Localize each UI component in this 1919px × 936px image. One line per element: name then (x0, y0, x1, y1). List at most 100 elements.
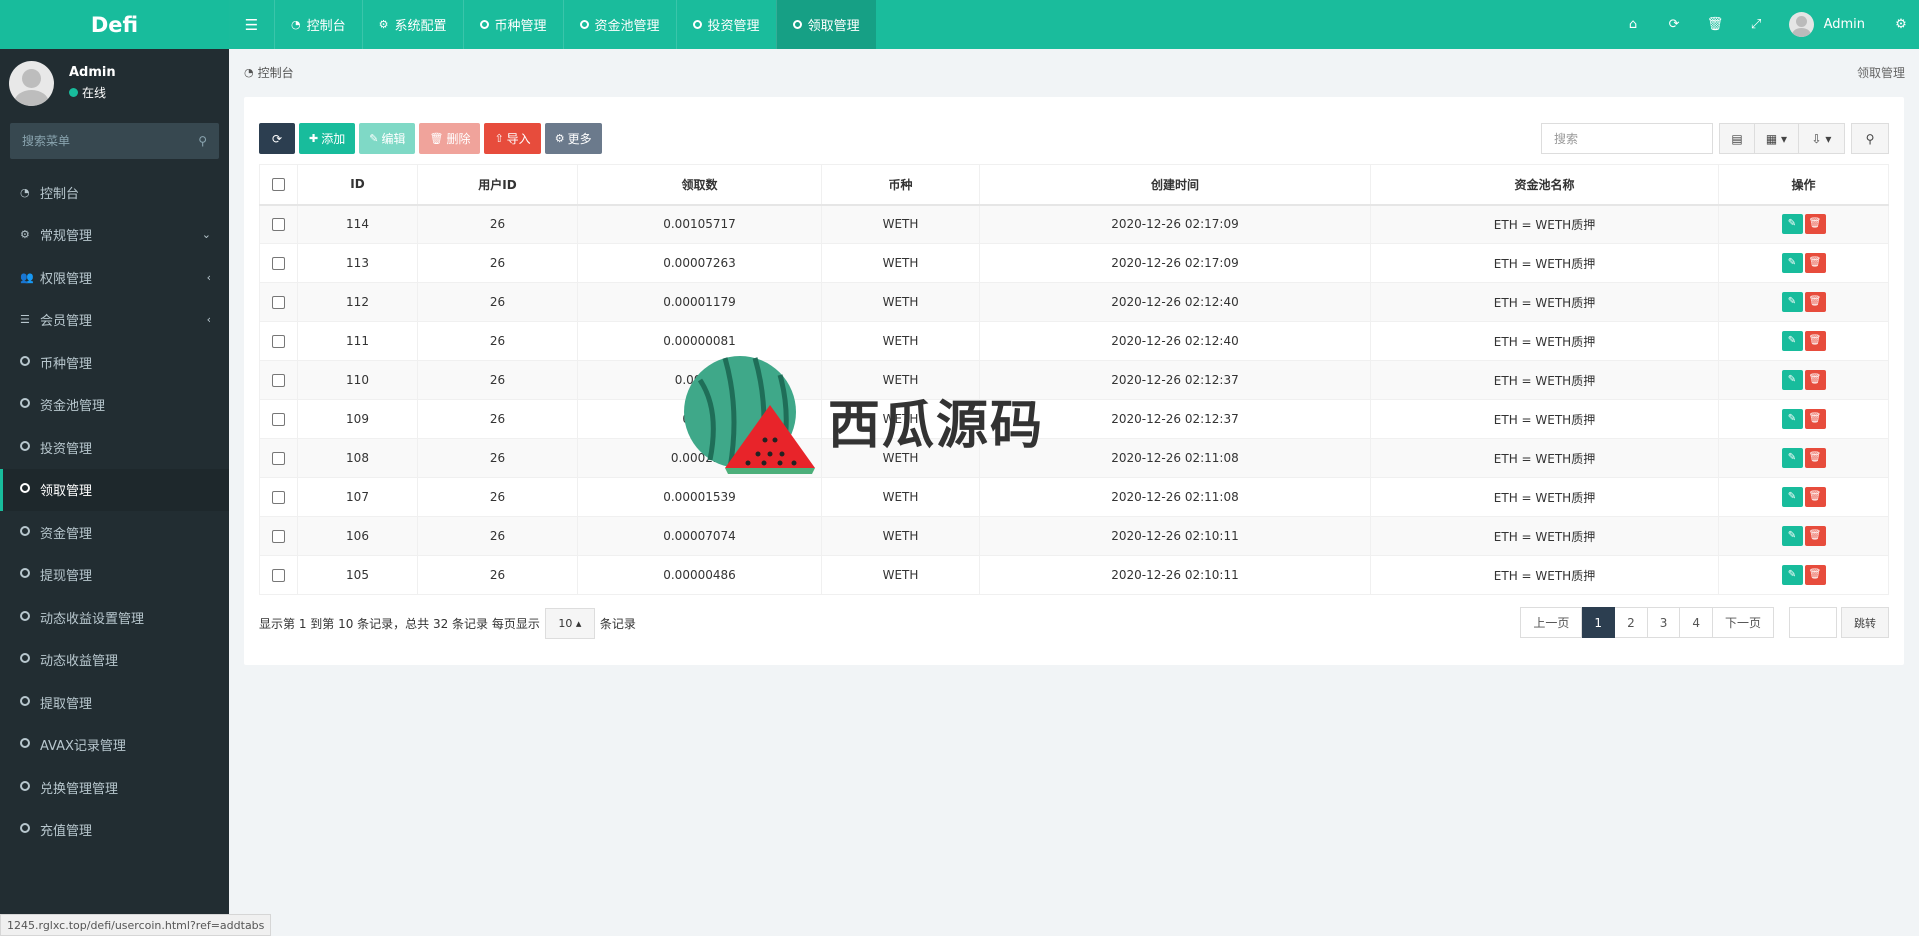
search-input[interactable] (1541, 123, 1713, 154)
page-button[interactable]: 4 (1680, 607, 1713, 638)
refresh-button[interactable]: ⟳ (259, 123, 295, 154)
table-row[interactable]: 108 26 0.000224 WETH 2020-12-26 02:11:08 ETH … (259, 438, 1889, 478)
prev-page-button[interactable]: 上一页 (1520, 607, 1583, 638)
table-row[interactable]: 114 26 0.00105717 WETH 2020-12-26 02:17:09 ET… (259, 204, 1889, 244)
tab-pool-management[interactable]: 资金池管理 (562, 0, 676, 49)
sidebar-item-extractions[interactable]: 提取管理 (0, 681, 229, 724)
table-row[interactable]: 110260.00034WETH2020-12-26 02:12:37ETH =… (259, 360, 1889, 400)
table-row[interactable]: 113 26 0.00007263 WETH 2020-12-26 02:17:09 ET… (259, 243, 1889, 283)
app-logo[interactable]: Defi (0, 0, 229, 49)
delete-row-button[interactable]: 🗑 (1804, 565, 1826, 585)
edit-row-button[interactable]: ✎ (1781, 526, 1803, 546)
delete-row-button[interactable]: 🗑 (1804, 487, 1826, 507)
refresh-icon[interactable]: ⟳ (1654, 0, 1695, 49)
table-row[interactable]: 112 26 0.00001179 WETH 2020-12-26 02:12:40 ET… (259, 282, 1889, 322)
page-button[interactable]: 1 (1582, 607, 1616, 638)
tab-dashboard[interactable]: ◔ 控制台 (274, 0, 362, 49)
sidebar-item-coins[interactable]: 币种管理 (0, 341, 229, 384)
tab-claim-management[interactable]: 领取管理 (775, 0, 876, 49)
sidebar-item-general[interactable]: ⚙ 常规管理 ⌄ (0, 214, 229, 257)
advanced-search-button[interactable]: ⚲ (1851, 123, 1889, 154)
breadcrumb-item[interactable]: 控制台 (258, 64, 294, 81)
edit-button[interactable]: ✎ 编辑 (359, 123, 416, 154)
sidebar-item-funds[interactable]: 资金管理 (0, 511, 229, 554)
delete-row-button[interactable]: 🗑 (1804, 214, 1826, 235)
trash-icon[interactable]: 🗑 (1695, 0, 1736, 49)
sidebar-item-dynamic-income[interactable]: 动态收益管理 (0, 639, 229, 682)
delete-row-button[interactable]: 🗑 (1804, 370, 1826, 390)
sidebar-item-pools[interactable]: 资金池管理 (0, 384, 229, 427)
add-button[interactable]: ✚ 添加 (299, 123, 356, 154)
edit-row-button[interactable]: ✎ (1781, 214, 1803, 235)
row-checkbox[interactable] (272, 218, 285, 232)
row-checkbox[interactable] (272, 374, 285, 387)
sidebar-item-members[interactable]: ☰ 会员管理 ‹ (0, 299, 229, 342)
delete-row-button[interactable]: 🗑 (1804, 409, 1826, 429)
edit-row-button[interactable]: ✎ (1781, 370, 1803, 390)
table-row[interactable]: 109260.000WETH2020-12-26 02:12:37ETH = W… (259, 399, 1889, 439)
select-all-checkbox[interactable] (272, 178, 285, 192)
sidebar-item-avax-records[interactable]: AVAX记录管理 (0, 724, 229, 767)
edit-row-button[interactable]: ✎ (1781, 487, 1803, 507)
delete-row-button[interactable]: 🗑 (1804, 292, 1826, 312)
export-button[interactable]: ⇩ ▾ (1799, 123, 1845, 154)
page-button[interactable]: 3 (1647, 607, 1681, 638)
edit-row-button[interactable]: ✎ (1781, 292, 1803, 312)
sidebar-item-exchange[interactable]: 兑换管理管理 (0, 766, 229, 809)
toggle-view-button[interactable]: ▤ (1719, 123, 1755, 154)
row-checkbox[interactable] (272, 257, 285, 270)
fullscreen-icon[interactable]: ⤢ (1736, 0, 1777, 49)
table-row[interactable]: 107 26 0.00001539 WETH 2020-12-26 02:11:08 ET… (259, 477, 1889, 517)
menu-search-input[interactable] (22, 134, 199, 148)
sidebar-item-dashboard[interactable]: ◔ 控制台 (0, 171, 229, 214)
jump-button[interactable]: 跳转 (1841, 607, 1889, 638)
sidebar-item-withdrawals[interactable]: 提现管理 (0, 554, 229, 597)
search-icon[interactable]: ⚲ (198, 134, 207, 148)
delete-row-button[interactable]: 🗑 (1804, 331, 1826, 351)
gears-icon[interactable]: ⚙ (1883, 0, 1919, 49)
delete-row-button[interactable]: 🗑 (1804, 448, 1826, 468)
page-size-select[interactable]: 10 ▴ (544, 608, 595, 639)
sidebar-item-dynamic-settings[interactable]: 动态收益设置管理 (0, 596, 229, 639)
row-checkbox[interactable] (272, 530, 285, 543)
sidebar-item-claims[interactable]: 领取管理 (0, 468, 229, 511)
row-checkbox[interactable] (272, 413, 285, 426)
menu-toggle-icon[interactable]: ☰ (229, 0, 274, 49)
row-checkbox[interactable] (272, 296, 285, 309)
table-row[interactable]: 105 26 0.00000486 WETH 2020-12-26 02:10:11 ET… (259, 555, 1889, 595)
columns-button[interactable]: ▦ ▾ (1755, 123, 1799, 154)
sidebar-item-recharge[interactable]: 充值管理 (0, 809, 229, 852)
edit-row-button[interactable]: ✎ (1781, 331, 1803, 351)
home-icon[interactable]: ⌂ (1613, 0, 1654, 49)
edit-row-button[interactable]: ✎ (1781, 565, 1803, 585)
next-page-button[interactable]: 下一页 (1712, 607, 1774, 638)
delete-row-button[interactable]: 🗑 (1804, 526, 1826, 546)
jump-page-input[interactable] (1789, 607, 1837, 638)
page-button[interactable]: 2 (1615, 607, 1648, 638)
tab-coin-management[interactable]: 币种管理 (462, 0, 563, 49)
row-checkbox[interactable] (272, 569, 285, 582)
row-checkbox[interactable] (272, 335, 285, 348)
edit-row-button[interactable]: ✎ (1781, 253, 1803, 273)
delete-row-button[interactable]: 🗑 (1804, 253, 1826, 273)
row-checkbox[interactable] (272, 452, 285, 465)
tab-system-config[interactable]: ⚙ 系统配置 (361, 0, 463, 49)
more-button[interactable]: ⚙ 更多 (544, 123, 602, 154)
edit-row-button[interactable]: ✎ (1781, 448, 1803, 468)
table-row[interactable]: 106 26 0.00007074 WETH 2020-12-26 02:10:11 ET… (259, 516, 1889, 556)
column-header[interactable]: ID (297, 164, 418, 206)
column-header[interactable]: 用户ID (417, 164, 578, 206)
import-button[interactable]: ⇧ 导入 (484, 123, 541, 154)
tab-investment-management[interactable]: 投资管理 (675, 0, 776, 49)
table-row[interactable]: 111 26 0.00000081 WETH 2020-12-26 02:12:40 ET… (259, 321, 1889, 361)
sidebar-item-investments[interactable]: 投资管理 (0, 426, 229, 469)
column-header[interactable]: 创建时间 (979, 164, 1371, 206)
column-header[interactable]: 资金池名称 (1370, 164, 1719, 206)
delete-button[interactable]: 🗑 删除 (419, 123, 481, 154)
edit-row-button[interactable]: ✎ (1781, 409, 1803, 429)
row-checkbox[interactable] (272, 491, 285, 504)
sidebar-item-permissions[interactable]: 👥 权限管理 ‹ (0, 256, 229, 299)
column-header[interactable]: 币种 (821, 164, 980, 206)
column-header[interactable]: 领取数 (577, 164, 822, 206)
user-menu[interactable]: Admin (1777, 0, 1883, 49)
